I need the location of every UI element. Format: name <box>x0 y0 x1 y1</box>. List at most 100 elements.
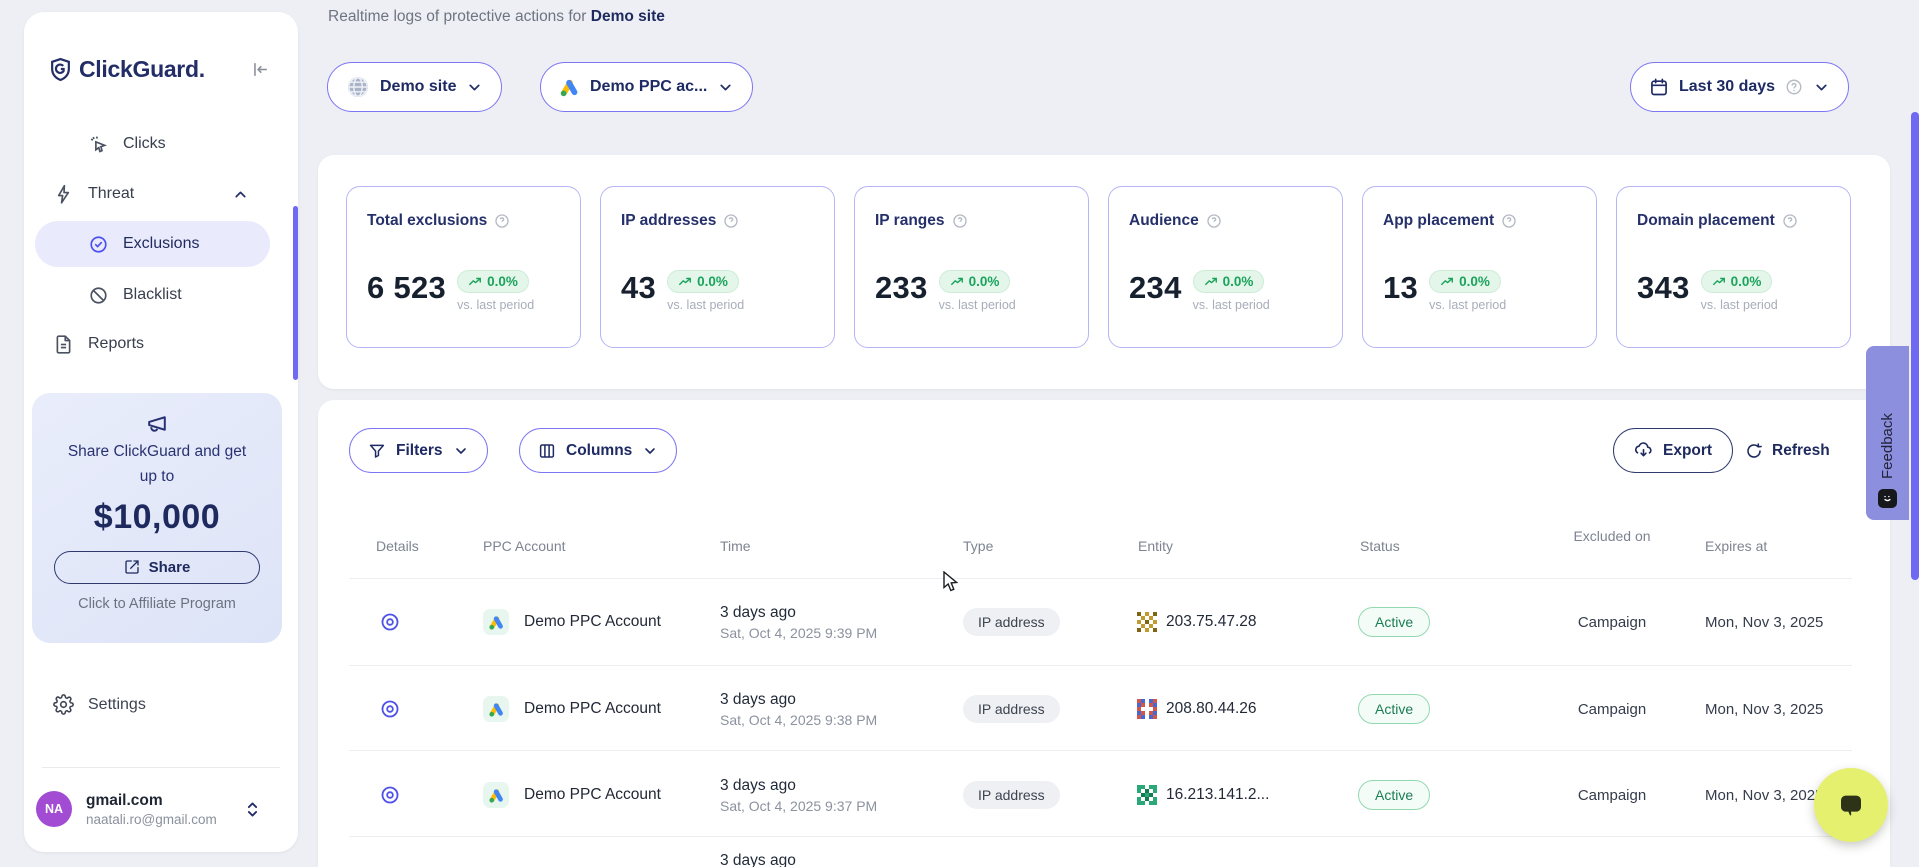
table-row: Demo PPC Account 3 days ago Sat, Oct 4, … <box>318 666 1890 752</box>
sidebar-item-threat[interactable]: Threat <box>53 176 134 212</box>
stat-card-ip-addresses: IP addresses 43 0.0% vs. last period <box>600 186 835 348</box>
trending-up-icon <box>1440 275 1454 289</box>
export-button[interactable]: Export <box>1613 428 1733 473</box>
chevron-down-icon <box>1813 79 1830 96</box>
sidebar-item-exclusions[interactable]: Exclusions <box>35 221 270 267</box>
time-relative: 3 days ago <box>720 777 877 795</box>
promo-headline: Share ClickGuard and get up to <box>62 440 252 490</box>
ppc-account-name: Demo PPC Account <box>524 613 661 631</box>
view-details-eye-icon[interactable] <box>379 698 401 720</box>
share-button[interactable]: Share <box>54 551 260 584</box>
col-header-excluded-on[interactable]: Excluded on <box>1567 526 1657 546</box>
col-header-expires-at[interactable]: Expires at <box>1705 538 1767 554</box>
status-badge: Active <box>1358 607 1430 637</box>
sidebar-item-settings[interactable]: Settings <box>53 694 146 715</box>
stat-value: 6 523 <box>367 270 446 306</box>
filters-dropdown[interactable]: Filters <box>349 428 488 473</box>
trending-up-icon <box>678 275 692 289</box>
affiliate-promo-card: Share ClickGuard and get up to $10,000 S… <box>32 393 282 643</box>
col-header-entity[interactable]: Entity <box>1138 538 1173 554</box>
chevron-updown-icon <box>245 801 260 818</box>
date-range-dropdown[interactable]: Last 30 days <box>1630 62 1849 112</box>
stat-caption: vs. last period <box>667 298 744 312</box>
promo-amount: $10,000 <box>32 498 282 537</box>
stat-label: App placement <box>1383 212 1494 230</box>
sidebar-scrollbar[interactable] <box>293 206 298 380</box>
google-ads-icon <box>483 782 509 808</box>
badge-check-icon <box>88 234 109 255</box>
sidebar-item-reports[interactable]: Reports <box>53 326 144 362</box>
expires-at-value: Mon, Nov 3, 2025 <box>1705 701 1823 718</box>
help-circle-icon[interactable] <box>494 213 510 229</box>
view-details-eye-icon[interactable] <box>379 784 401 806</box>
subtitle-site-name: Demo site <box>591 8 665 25</box>
time-relative: 3 days ago <box>720 852 796 867</box>
stat-value: 233 <box>875 270 928 306</box>
chat-launcher-button[interactable] <box>1814 768 1888 842</box>
sidebar-item-blacklist[interactable]: Blacklist <box>88 277 182 313</box>
refresh-label: Refresh <box>1772 442 1830 460</box>
google-ads-icon <box>559 77 580 98</box>
chevron-down-icon <box>453 443 469 459</box>
entity-value: 16.213.141.2... <box>1166 786 1269 804</box>
trend-badge: 0.0% <box>1701 270 1773 293</box>
help-circle-icon[interactable] <box>1782 213 1798 229</box>
site-selector-dropdown[interactable]: Demo site <box>327 62 502 112</box>
external-link-icon <box>124 559 140 575</box>
ppc-account-name: Demo PPC Account <box>524 786 661 804</box>
help-circle-icon[interactable] <box>1206 213 1222 229</box>
stat-value: 13 <box>1383 270 1418 306</box>
megaphone-icon <box>32 411 282 436</box>
col-header-status[interactable]: Status <box>1360 538 1400 554</box>
cursor-click-icon <box>88 134 109 155</box>
stats-panel: Total exclusions 6 523 0.0% vs. last per… <box>318 155 1890 389</box>
ppc-account-selector-dropdown[interactable]: Demo PPC ac... <box>540 62 753 112</box>
sidebar-item-label: Clicks <box>123 135 166 153</box>
chevron-up-icon[interactable] <box>232 186 249 203</box>
ban-icon <box>88 285 109 306</box>
columns-dropdown[interactable]: Columns <box>519 428 677 473</box>
feedback-label: Feedback <box>1879 358 1896 479</box>
entity-value: 203.75.47.28 <box>1166 613 1257 631</box>
account-switcher[interactable]: NA gmail.com naatali.ro@gmail.com <box>36 791 286 827</box>
trending-up-icon <box>1204 275 1218 289</box>
brand-logo[interactable]: ClickGuard. <box>48 56 205 83</box>
col-header-details[interactable]: Details <box>376 538 419 554</box>
entity-identicon <box>1137 612 1157 632</box>
ppc-account-name: Demo PPC Account <box>524 700 661 718</box>
excluded-on-value: Campaign <box>1578 787 1646 804</box>
sidebar-collapse-icon[interactable] <box>251 60 270 79</box>
sidebar-divider <box>42 767 280 768</box>
stat-value: 234 <box>1129 270 1182 306</box>
time-relative: 3 days ago <box>720 691 877 709</box>
excluded-on-value: Campaign <box>1578 614 1646 631</box>
col-header-ppc-account[interactable]: PPC Account <box>483 538 566 554</box>
stat-label: Total exclusions <box>367 212 487 230</box>
sidebar-item-clicks[interactable]: Clicks <box>88 126 166 162</box>
stat-caption: vs. last period <box>1429 298 1506 312</box>
trend-badge: 0.0% <box>457 270 529 293</box>
view-details-eye-icon[interactable] <box>379 611 401 633</box>
table-row: Demo PPC Account 3 days ago Sat, Oct 4, … <box>318 579 1890 665</box>
lightning-icon <box>53 184 74 205</box>
feedback-tab[interactable]: Feedback <box>1866 346 1909 520</box>
page-scrollbar[interactable] <box>1911 112 1919 580</box>
file-text-icon <box>53 334 74 355</box>
affiliate-link[interactable]: Click to Affiliate Program <box>32 596 282 612</box>
google-ads-icon <box>483 696 509 722</box>
col-header-type[interactable]: Type <box>963 538 993 554</box>
page-subtitle: Realtime logs of protective actions for … <box>328 8 665 26</box>
export-label: Export <box>1663 442 1712 460</box>
trending-up-icon <box>950 275 964 289</box>
trend-badge: 0.0% <box>667 270 739 293</box>
help-circle-icon[interactable] <box>1501 213 1517 229</box>
refresh-button[interactable]: Refresh <box>1745 428 1830 473</box>
help-circle-icon[interactable] <box>723 213 739 229</box>
time-absolute: Sat, Oct 4, 2025 9:38 PM <box>720 712 877 728</box>
stat-label: Audience <box>1129 212 1199 230</box>
help-circle-icon[interactable] <box>952 213 968 229</box>
avatar: NA <box>36 791 72 827</box>
col-header-time[interactable]: Time <box>720 538 751 554</box>
date-range-value: Last 30 days <box>1679 78 1775 96</box>
expires-at-value: Mon, Nov 3, 2025 <box>1705 787 1823 804</box>
